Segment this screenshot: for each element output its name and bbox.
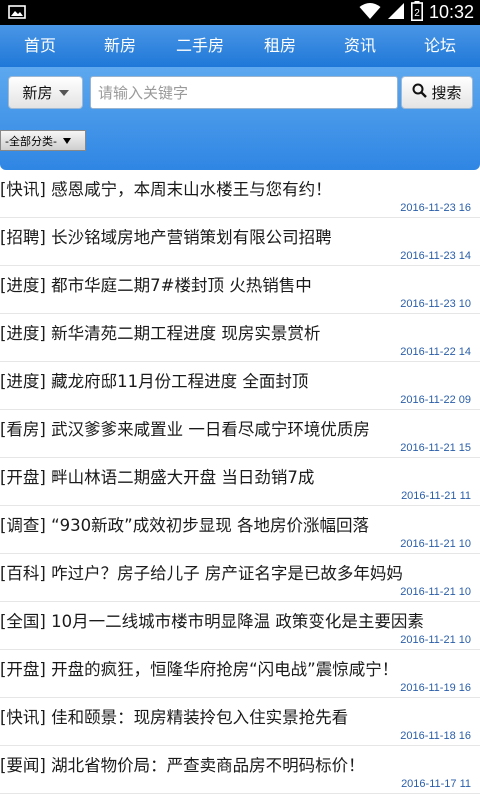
signal-icon xyxy=(387,2,405,24)
news-date: 2016-11-21 10 xyxy=(400,586,471,598)
list-item[interactable]: [快讯] 佳和颐景：现房精装拎包入住实景抢先看 2016-11-18 16 xyxy=(0,698,480,746)
list-item[interactable]: [百科] 咋过户？房子给儿子 房产证名字是已故多年妈妈 2016-11-21 1… xyxy=(0,554,480,602)
search-icon xyxy=(412,83,428,102)
nav-item-new-house[interactable]: 新房 xyxy=(80,25,160,67)
news-title[interactable]: 长沙铭域房地产营销策划有限公司招聘 xyxy=(51,228,332,247)
search-area: 新房 搜索 -全部分类- xyxy=(0,67,480,170)
list-item[interactable]: [快讯] 感恩咸宁，本周末山水楼王与您有约！ 2016-11-23 16 xyxy=(0,170,480,218)
news-list: [快讯] 感恩咸宁，本周末山水楼王与您有约！ 2016-11-23 16 [招聘… xyxy=(0,170,480,794)
news-title[interactable]: 藏龙府邸11月份工程进度 全面封顶 xyxy=(51,372,308,391)
nav-item-second-hand[interactable]: 二手房 xyxy=(160,25,240,67)
battery-icon: 2 xyxy=(410,0,423,25)
list-item[interactable]: [看房] 武汉爹爹来咸置业 一日看尽咸宁环境优质房 2016-11-21 15 xyxy=(0,410,480,458)
news-tag: [开盘] xyxy=(0,660,46,679)
news-date: 2016-11-21 10 xyxy=(400,634,471,646)
news-title[interactable]: 佳和颐景：现房精装拎包入住实景抢先看 xyxy=(51,708,348,727)
news-date: 2016-11-17 11 xyxy=(401,778,471,790)
news-title[interactable]: 感恩咸宁，本周末山水楼王与您有约！ xyxy=(51,180,332,199)
news-tag: [看房] xyxy=(0,420,46,439)
search-button[interactable]: 搜索 xyxy=(401,76,473,109)
news-date: 2016-11-18 16 xyxy=(400,730,471,742)
status-bar: 2 10:32 xyxy=(0,0,480,25)
news-title[interactable]: 新华清苑二期工程进度 现房实景赏析 xyxy=(51,324,320,343)
nav-item-home[interactable]: 首页 xyxy=(0,25,80,67)
news-tag: [进度] xyxy=(0,372,46,391)
search-button-label: 搜索 xyxy=(431,84,462,102)
news-title[interactable]: 10月一二线城市楼市明显降温 政策变化是主要因素 xyxy=(51,612,424,631)
news-tag: [要闻] xyxy=(0,756,46,775)
list-item[interactable]: [要闻] 湖北省物价局：严查卖商品房不明码标价！ 2016-11-17 11 xyxy=(0,746,480,794)
filter-selected-value: -全部分类- xyxy=(5,134,57,148)
news-title[interactable]: 咋过户？房子给儿子 房产证名字是已故多年妈妈 xyxy=(51,564,403,583)
news-date: 2016-11-23 10 xyxy=(400,298,471,310)
news-tag: [进度] xyxy=(0,276,46,295)
nav-item-forum[interactable]: 论坛 xyxy=(400,25,480,67)
list-item[interactable]: [开盘] 畔山林语二期盛大开盘 当日劲销7成 2016-11-21 11 xyxy=(0,458,480,506)
category-dropdown[interactable]: 新房 xyxy=(8,76,83,109)
list-item[interactable]: [开盘] 开盘的疯狂，恒隆华府抢房“闪电战”震惊咸宁！ 2016-11-19 1… xyxy=(0,650,480,698)
chevron-down-icon xyxy=(58,89,69,96)
news-date: 2016-11-21 10 xyxy=(400,538,471,550)
news-date: 2016-11-21 15 xyxy=(400,442,471,454)
category-filter-select[interactable]: -全部分类- xyxy=(0,130,86,151)
news-tag: [快讯] xyxy=(0,180,46,199)
news-tag: [快讯] xyxy=(0,708,46,727)
news-tag: [招聘] xyxy=(0,228,46,247)
news-title[interactable]: 畔山林语二期盛大开盘 当日劲销7成 xyxy=(51,468,314,487)
news-title[interactable]: 湖北省物价局：严查卖商品房不明码标价！ xyxy=(51,756,365,775)
status-time: 10:32 xyxy=(428,2,474,22)
news-tag: [全国] xyxy=(0,612,46,631)
news-date: 2016-11-23 14 xyxy=(400,250,471,262)
list-item[interactable]: [招聘] 长沙铭域房地产营销策划有限公司招聘 2016-11-23 14 xyxy=(0,218,480,266)
nav-item-rent[interactable]: 租房 xyxy=(240,25,320,67)
wifi-icon xyxy=(359,2,381,24)
news-title[interactable]: 都市华庭二期7#楼封顶 火热销售中 xyxy=(51,276,312,295)
news-tag: [百科] xyxy=(0,564,46,583)
news-date: 2016-11-23 16 xyxy=(400,202,471,214)
news-title[interactable]: 武汉爹爹来咸置业 一日看尽咸宁环境优质房 xyxy=(51,420,370,439)
news-tag: [调查] xyxy=(0,516,46,535)
top-nav: 首页 新房 二手房 租房 资讯 论坛 xyxy=(0,25,480,67)
dropdown-arrow-icon xyxy=(62,137,71,144)
search-input[interactable] xyxy=(90,76,398,109)
category-label: 新房 xyxy=(22,84,53,102)
news-title[interactable]: 开盘的疯狂，恒隆华府抢房“闪电战”震惊咸宁！ xyxy=(51,660,398,679)
nav-item-news[interactable]: 资讯 xyxy=(320,25,400,67)
image-icon xyxy=(8,4,26,20)
list-item[interactable]: [进度] 藏龙府邸11月份工程进度 全面封顶 2016-11-22 09 xyxy=(0,362,480,410)
news-date: 2016-11-22 14 xyxy=(400,346,471,358)
news-date: 2016-11-21 11 xyxy=(401,490,471,502)
news-title[interactable]: “930新政”成效初步显现 各地房价涨幅回落 xyxy=(51,516,369,535)
news-tag: [进度] xyxy=(0,324,46,343)
news-date: 2016-11-22 09 xyxy=(400,394,471,406)
news-tag: [开盘] xyxy=(0,468,46,487)
list-item[interactable]: [调查] “930新政”成效初步显现 各地房价涨幅回落 2016-11-21 1… xyxy=(0,506,480,554)
battery-level: 2 xyxy=(414,8,420,19)
list-item[interactable]: [全国] 10月一二线城市楼市明显降温 政策变化是主要因素 2016-11-21… xyxy=(0,602,480,650)
news-date: 2016-11-19 16 xyxy=(400,682,471,694)
list-item[interactable]: [进度] 新华清苑二期工程进度 现房实景赏析 2016-11-22 14 xyxy=(0,314,480,362)
list-item[interactable]: [进度] 都市华庭二期7#楼封顶 火热销售中 2016-11-23 10 xyxy=(0,266,480,314)
